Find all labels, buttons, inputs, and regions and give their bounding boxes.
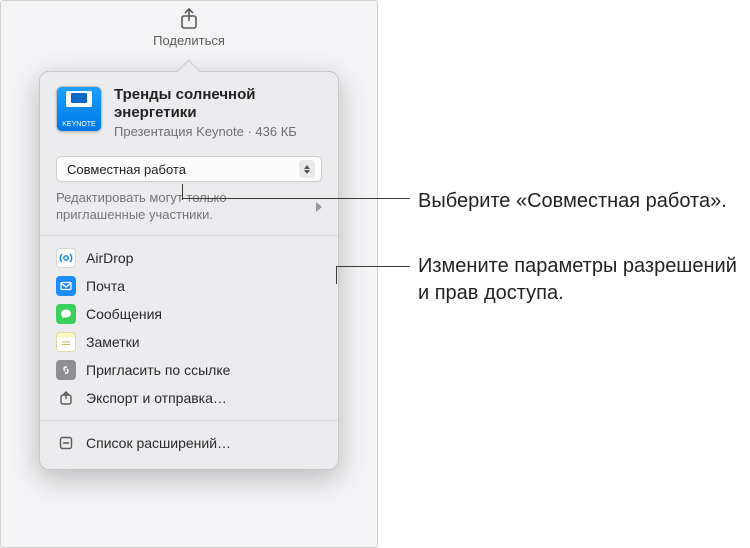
permissions-button[interactable]: Редактировать могут только приглашенные … (40, 182, 338, 233)
doc-thumb-badge: KEYNOTE (62, 121, 95, 128)
airdrop-icon (56, 248, 76, 268)
share-item-label: Экспорт и отправка… (86, 390, 227, 406)
divider (40, 235, 338, 236)
callout-leader (182, 198, 410, 199)
document-title: Тренды солнечной энергетики (114, 86, 322, 122)
permissions-text: Редактировать могут только приглашенные … (56, 190, 286, 223)
toolbar-share-label: Поделиться (153, 33, 225, 48)
document-subtitle: Презентация Keynote · 436 КБ (114, 124, 322, 140)
share-item-export[interactable]: Экспорт и отправка… (40, 384, 338, 412)
share-item-link[interactable]: Пригласить по ссылке (40, 356, 338, 384)
collaboration-mode-select[interactable]: Совместная работа (56, 156, 322, 182)
divider (40, 420, 338, 421)
document-meta: Тренды солнечной энергетики Презентация … (114, 86, 322, 140)
share-item-mail[interactable]: Почта (40, 272, 338, 300)
share-item-notes[interactable]: Заметки (40, 328, 338, 356)
link-icon (56, 360, 76, 380)
share-item-airdrop[interactable]: AirDrop (40, 244, 338, 272)
share-item-label: Заметки (86, 334, 140, 350)
share-item-messages[interactable]: Сообщения (40, 300, 338, 328)
share-item-label: Почта (86, 278, 125, 294)
messages-icon (56, 304, 76, 324)
extensions-label: Список расширений… (86, 435, 231, 451)
export-icon (56, 388, 76, 408)
share-item-label: AirDrop (86, 250, 133, 266)
mail-icon (56, 276, 76, 296)
share-destination-list: AirDrop Почта Сообщения (40, 238, 338, 418)
collaboration-mode-value: Совместная работа (67, 162, 186, 177)
chevron-right-icon (316, 202, 322, 212)
share-item-label: Сообщения (86, 306, 162, 322)
share-icon (175, 7, 203, 31)
share-item-label: Пригласить по ссылке (86, 362, 230, 378)
extensions-icon (56, 433, 76, 453)
extensions-button[interactable]: Список расширений… (40, 429, 338, 457)
callout-text-2: Измените параметры разрешений и прав дос… (418, 253, 738, 307)
updown-arrows-icon (299, 160, 315, 178)
document-header: KEYNOTE Тренды солнечной энергетики През… (40, 86, 338, 150)
callout-leader (336, 266, 410, 267)
app-window: Поделиться KEYNOTE Тренды солнечной энер… (0, 0, 378, 548)
toolbar-share-button[interactable]: Поделиться (1, 1, 377, 48)
share-popover: KEYNOTE Тренды солнечной энергетики През… (39, 71, 339, 470)
notes-icon (56, 332, 76, 352)
document-thumbnail: KEYNOTE (56, 86, 102, 132)
callout-text-1: Выберите «Совместная работа». (418, 188, 738, 215)
